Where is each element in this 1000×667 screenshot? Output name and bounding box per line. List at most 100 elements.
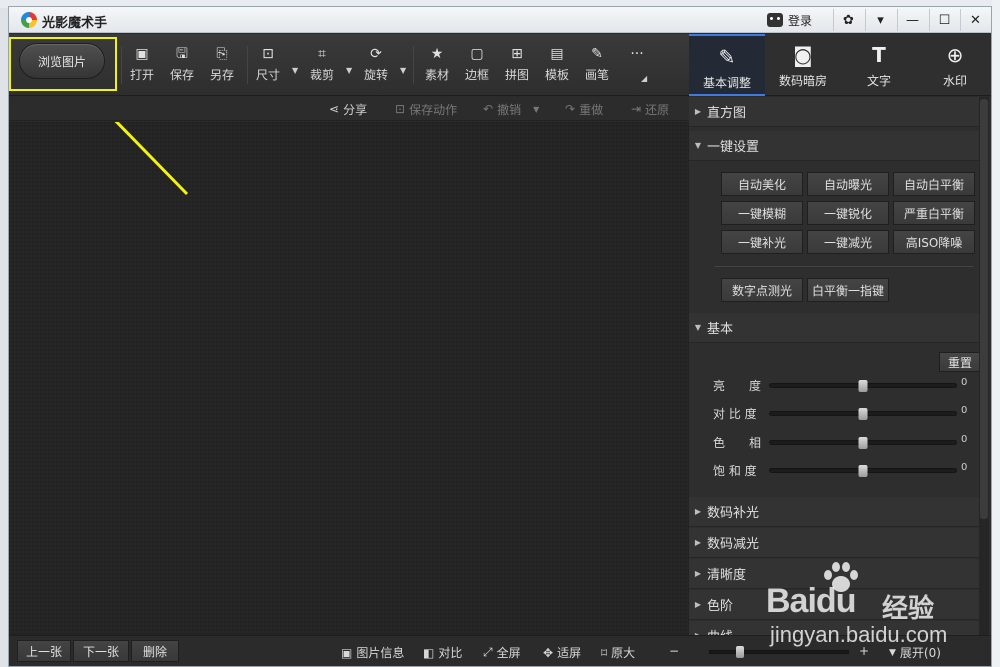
section-label: 数码补光 [707, 506, 760, 521]
slider-track[interactable] [769, 408, 957, 420]
tab-basic-adjust[interactable]: ✎ 基本调整 [689, 34, 765, 96]
fullscreen-button[interactable]: ⤢ 全屏 [483, 644, 521, 661]
redo-button[interactable]: ↷ 重做 [565, 101, 603, 117]
zoom-slider-handle[interactable] [736, 646, 745, 658]
save-button[interactable]: 🖫 保存 [163, 42, 201, 90]
auto-white-balance-button[interactable]: 自动白平衡 [893, 172, 975, 196]
save-as-button[interactable]: ⎘ 另存 [203, 42, 241, 90]
divider [715, 266, 973, 267]
tab-digital-darkroom[interactable]: ◙ 数码暗房 [765, 34, 841, 96]
slider-label: 饱 和 度 [713, 464, 757, 478]
slider-track[interactable] [769, 380, 957, 392]
one-click-blur-button[interactable]: 一键模糊 [721, 201, 803, 225]
severe-white-balance-button[interactable]: 严重白平衡 [893, 201, 975, 225]
white-balance-finger-button[interactable]: 白平衡一指键 [807, 278, 889, 302]
collapse-icon: ▼ [694, 141, 702, 150]
high-iso-denoise-button[interactable]: 高ISO降噪 [893, 230, 975, 254]
delete-button[interactable]: 删除 [131, 640, 179, 662]
undo-icon: ↶ [483, 102, 494, 116]
minimize-button[interactable]: — [897, 9, 927, 31]
slider-handle[interactable] [858, 380, 868, 392]
undo-button[interactable]: ↶ 撤销 ▼ [483, 101, 539, 117]
section-digital-fill-light[interactable]: ▶ 数码补光 [689, 497, 979, 527]
expand-icon: ▶ [694, 569, 702, 578]
save-action-icon: ⊡ [395, 102, 406, 116]
login-button[interactable]: 登录 [761, 10, 818, 30]
auto-beautify-button[interactable]: 自动美化 [721, 172, 803, 196]
fit-screen-button[interactable]: ✥ 适屏 [543, 644, 581, 661]
open-button[interactable]: ▣ 打开 [123, 42, 161, 90]
compare-icon: ◧ [423, 645, 435, 660]
text-icon: T [872, 43, 886, 67]
menu-button[interactable]: ▾ [865, 9, 895, 31]
slider-handle[interactable] [858, 408, 868, 420]
crop-dropdown-icon[interactable]: ▼ [346, 66, 354, 75]
one-click-fill-light-button[interactable]: 一键补光 [721, 230, 803, 254]
auto-exposure-button[interactable]: 自动曝光 [807, 172, 889, 196]
zoom-out-button[interactable]: − [669, 644, 679, 658]
brush-icon: ✎ [591, 46, 603, 62]
restore-label: 还原 [645, 102, 670, 117]
slider-value: 0 [961, 377, 968, 388]
image-info-button[interactable]: ▣ 图片信息 [341, 644, 404, 661]
material-button[interactable]: ★ 素材 [418, 42, 456, 90]
skin-button[interactable]: ✿ [833, 9, 863, 31]
one-click-reduce-light-button[interactable]: 一键减光 [807, 230, 889, 254]
maximize-button[interactable]: ☐ [929, 9, 959, 31]
original-size-button[interactable]: ⌑ 原大 [601, 644, 635, 661]
section-basic[interactable]: ▼ 基本 [689, 313, 979, 343]
spot-metering-button[interactable]: 数字点测光 [721, 278, 803, 302]
slider-handle[interactable] [858, 437, 868, 449]
save-as-label: 另存 [209, 68, 234, 82]
tab-watermark[interactable]: ⊕ 水印 [917, 34, 993, 96]
prev-image-button[interactable]: 上一张 [17, 640, 71, 662]
section-histogram[interactable]: ▶ 直方图 [689, 97, 979, 127]
compare-label: 对比 [438, 646, 463, 660]
frame-button[interactable]: ▢ 边框 [458, 42, 496, 90]
browse-images-button[interactable]: 浏览图片 [19, 43, 105, 79]
slider-track[interactable] [769, 465, 957, 477]
restore-button[interactable]: ⇥ 还原 [631, 101, 669, 117]
rotate-icon: ⟳ [370, 46, 382, 62]
slider-handle[interactable] [858, 465, 868, 477]
brush-button[interactable]: ✎ 画笔 [578, 42, 616, 90]
scrollbar-thumb[interactable] [980, 99, 988, 519]
reset-button[interactable]: 重置 [939, 352, 981, 372]
material-icon: ★ [430, 46, 444, 62]
template-button[interactable]: ▤ 模板 [538, 42, 576, 90]
undo-dropdown-icon[interactable]: ▼ [533, 105, 539, 114]
close-button[interactable]: ✕ [960, 9, 990, 31]
slider-row: 亮 度 0 [713, 375, 973, 395]
rotate-dropdown-icon[interactable]: ▼ [400, 66, 408, 75]
compare-button[interactable]: ◧ 对比 [423, 644, 462, 661]
collage-button[interactable]: ⊞ 拼图 [498, 42, 536, 90]
tab-label: 水印 [942, 74, 967, 88]
one-click-sharpen-button[interactable]: 一键锐化 [807, 201, 889, 225]
slider-value: 0 [961, 462, 968, 473]
more-tools-button[interactable]: ··· [618, 42, 656, 90]
section-label: 色阶 [707, 599, 734, 614]
resize-button[interactable]: ⊡ 尺寸 [249, 42, 287, 90]
feature-tabs: ✎ 基本调整 ◙ 数码暗房 T 文字 ⊕ 水印 [689, 34, 991, 96]
camera-icon: ◙ [793, 43, 813, 67]
redo-icon: ↷ [565, 102, 576, 116]
slider-track[interactable] [769, 437, 957, 449]
fullscreen-label: 全屏 [496, 646, 521, 660]
section-one-click[interactable]: ▼ 一键设置 [689, 131, 979, 161]
rotate-button[interactable]: ⟳ 旋转 [357, 42, 395, 90]
crop-button[interactable]: ⌗ 裁剪 [303, 42, 341, 90]
save-action-button[interactable]: ⊡ 保存动作 [395, 101, 457, 117]
resize-dropdown-icon[interactable]: ▼ [292, 66, 300, 75]
open-label: 打开 [129, 68, 154, 82]
title-bar: 光影魔术手 登录 ✿ ▾ — ☐ ✕ [9, 7, 991, 33]
tab-text[interactable]: T 文字 [841, 34, 917, 96]
section-digital-reduce-light[interactable]: ▶ 数码减光 [689, 528, 979, 558]
adjust-icon: ✎ [718, 45, 736, 69]
panel-scrollbar[interactable] [979, 97, 989, 635]
image-canvas[interactable] [9, 122, 689, 635]
toolbar-expand-icon[interactable]: ◢ [641, 74, 649, 83]
next-image-button[interactable]: 下一张 [73, 640, 129, 662]
material-label: 素材 [424, 68, 449, 82]
resize-icon: ⊡ [262, 46, 274, 62]
share-button[interactable]: ⋖ 分享 [329, 101, 367, 117]
